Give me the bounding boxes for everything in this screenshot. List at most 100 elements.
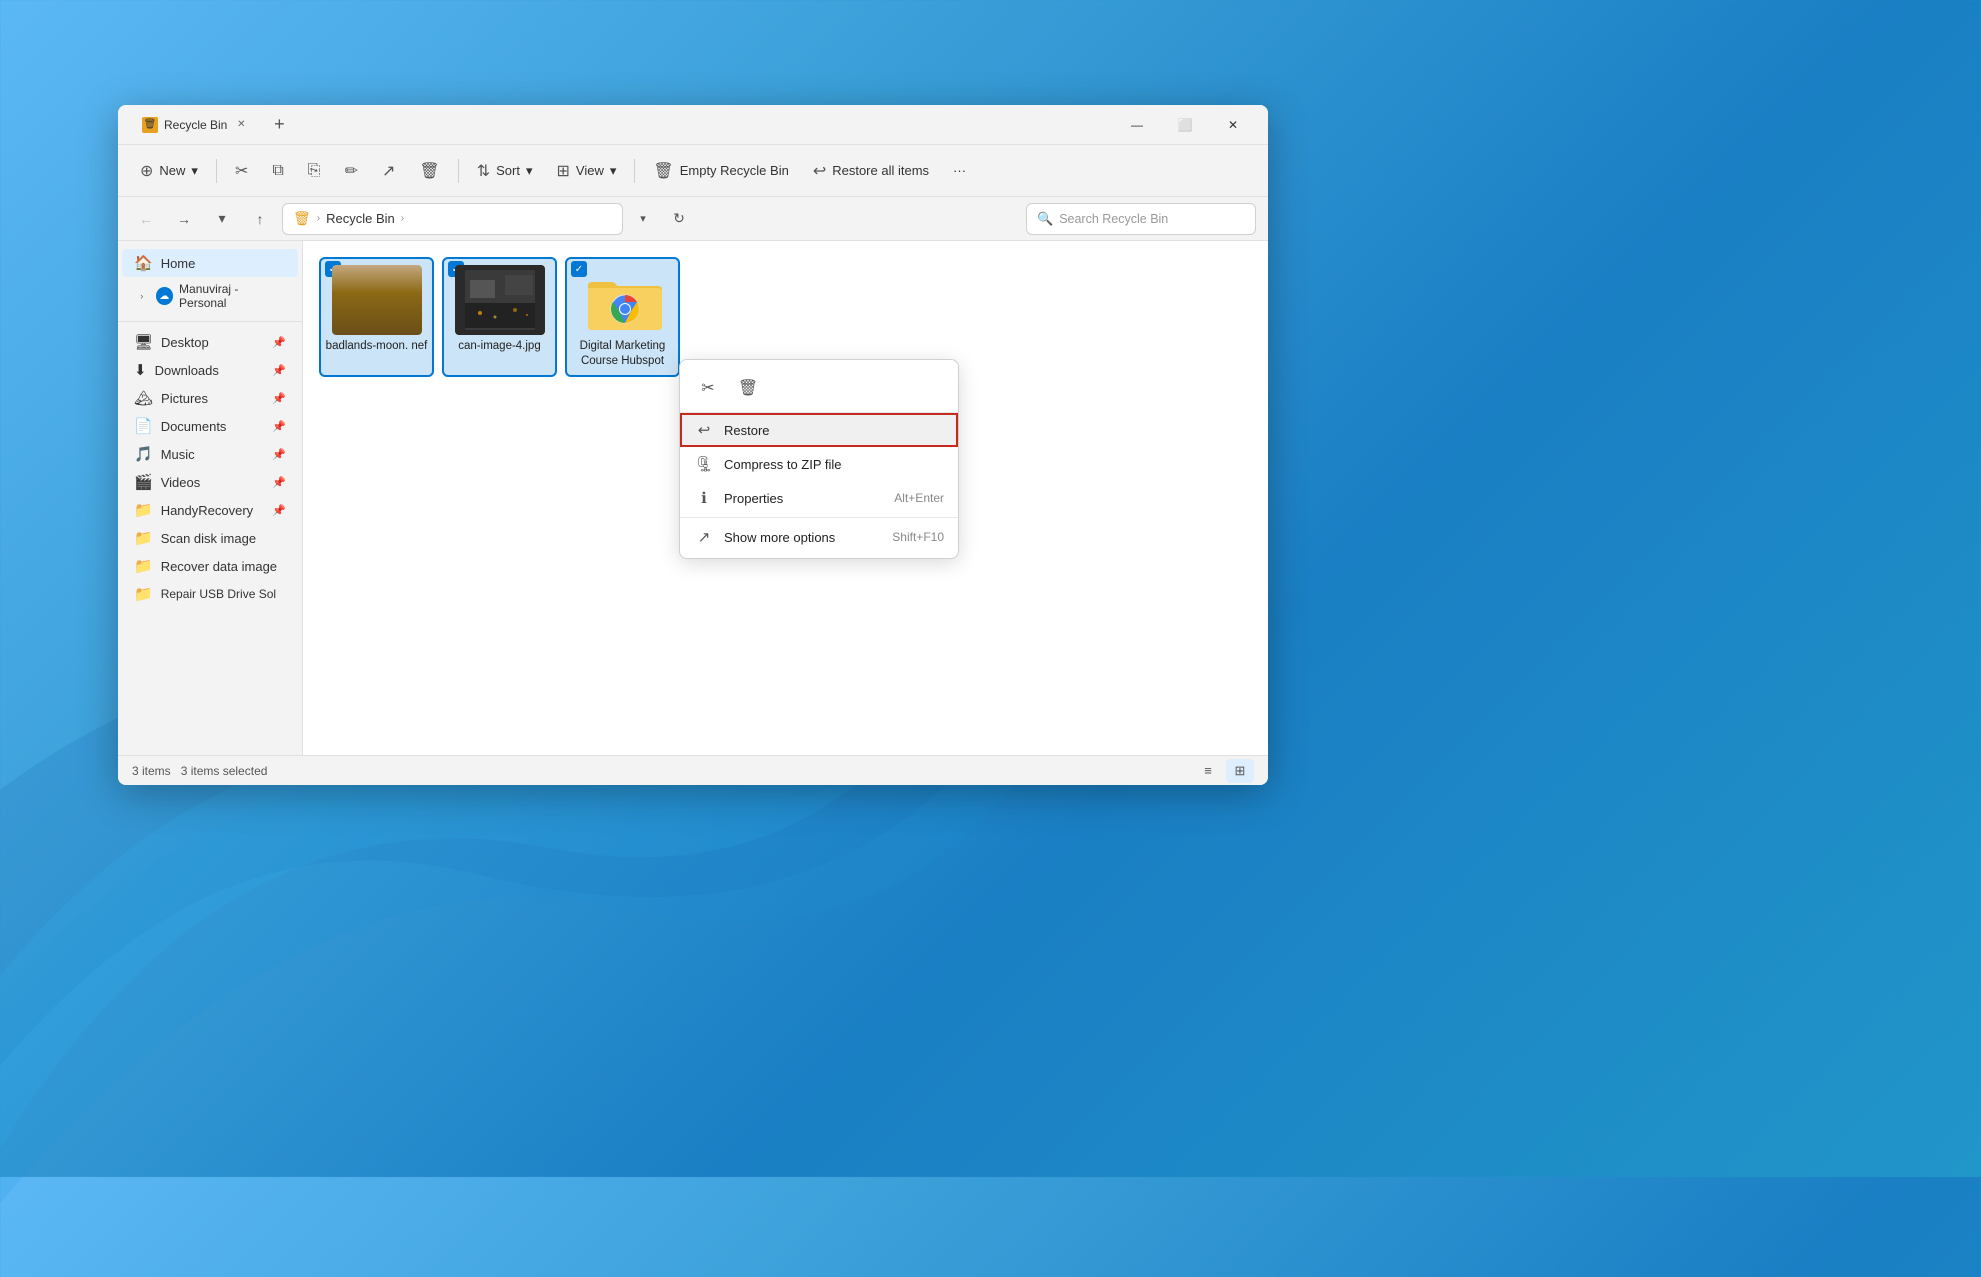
sidebar-item-home[interactable]: 🏠 Home xyxy=(122,249,298,277)
context-more-label: Show more options xyxy=(724,530,882,545)
selected-count: 3 items selected xyxy=(181,764,268,778)
sidebar-item-scandisk[interactable]: 📁 Scan disk image xyxy=(122,524,298,552)
sidebar-item-videos[interactable]: 🎬 Videos 📌 xyxy=(122,468,298,496)
context-cut-button[interactable]: ✂ xyxy=(690,370,726,406)
context-properties-icon: ℹ xyxy=(694,489,714,507)
context-separator xyxy=(680,517,958,518)
grid-view-button[interactable]: ⊞ xyxy=(1226,759,1254,783)
search-icon: 🔍 xyxy=(1037,211,1053,227)
tab-recycle-icon: 🗑 xyxy=(142,117,158,133)
jpg-thumb-inner xyxy=(455,265,545,335)
sidebar-videos-label: Videos xyxy=(161,475,201,490)
context-restore-label: Restore xyxy=(724,423,944,438)
maximize-button[interactable]: ⬜ xyxy=(1162,109,1208,141)
sidebar-divider xyxy=(118,321,302,322)
file-thumb-nef xyxy=(332,265,422,335)
context-delete-icon: 🗑 xyxy=(738,378,758,398)
sidebar-handyrecovery-label: HandyRecovery xyxy=(161,503,254,518)
list-view-button[interactable]: ≡ xyxy=(1194,759,1222,783)
file-item[interactable]: ✓ xyxy=(565,257,680,377)
handyrecovery-pin-icon: 📌 xyxy=(272,504,286,517)
documents-pin-icon: 📌 xyxy=(272,420,286,433)
main-area: 🏠 Home › ☁ Manuviraj - Personal 🖥 Deskto… xyxy=(118,241,1268,755)
paste-icon: ⎘ xyxy=(308,162,321,180)
forward-button[interactable]: → xyxy=(168,203,200,235)
context-more-icon: ↗ xyxy=(694,528,714,546)
sidebar: 🏠 Home › ☁ Manuviraj - Personal 🖥 Deskto… xyxy=(118,241,303,755)
context-more-shortcut: Shift+F10 xyxy=(892,530,944,544)
videos-icon: 🎬 xyxy=(134,473,153,491)
share-icon: ↗ xyxy=(382,161,395,181)
items-count: 3 items xyxy=(132,764,171,778)
share-button[interactable]: ↗ xyxy=(372,155,405,187)
delete-button[interactable]: 🗑 xyxy=(409,155,449,187)
delete-icon: 🗑 xyxy=(419,161,439,181)
view-button[interactable]: ⊞ View ▾ xyxy=(547,155,627,187)
view-arrow-icon: ▾ xyxy=(610,163,617,179)
sidebar-item-documents[interactable]: 📄 Documents 📌 xyxy=(122,412,298,440)
active-tab[interactable]: 🗑 Recycle Bin ✕ xyxy=(130,113,261,137)
sidebar-desktop-label: Desktop xyxy=(161,335,209,350)
context-restore-item[interactable]: ↩ Restore xyxy=(680,413,958,447)
path-segment: Recycle Bin xyxy=(326,211,395,226)
address-path[interactable]: 🗑 › Recycle Bin › xyxy=(282,203,623,235)
folder-thumbnail xyxy=(578,265,668,335)
sort-label: Sort xyxy=(496,163,520,178)
file-thumb-folder xyxy=(578,265,668,335)
sidebar-item-repairusb[interactable]: 📁 Repair USB Drive Sol xyxy=(122,580,298,608)
jpg-thumbnail xyxy=(455,265,545,335)
sort-arrow-icon: ▾ xyxy=(526,163,533,179)
pictures-pin-icon: 📌 xyxy=(272,392,286,405)
file-explorer-window: 🗑 Recycle Bin ✕ + — ⬜ ✕ ⊕ New ▾ ✂ ⧉ xyxy=(118,105,1268,785)
sidebar-item-handyrecovery[interactable]: 📁 HandyRecovery 📌 xyxy=(122,496,298,524)
new-label: New xyxy=(159,163,185,178)
minimize-button[interactable]: — xyxy=(1114,109,1160,141)
context-menu-icon-row: ✂ 🗑 xyxy=(680,364,958,413)
context-compress-label: Compress to ZIP file xyxy=(724,457,944,472)
file-item[interactable]: ✓ badlands-moon. nef xyxy=(319,257,434,377)
cloud-label: Manuviraj - Personal xyxy=(179,282,286,310)
sidebar-item-downloads[interactable]: ⬇ Downloads 📌 xyxy=(122,356,298,384)
sidebar-item-recoverdata[interactable]: 📁 Recover data image xyxy=(122,552,298,580)
more-options-button[interactable]: ··· xyxy=(943,157,976,184)
status-bar: 3 items 3 items selected ≡ ⊞ xyxy=(118,755,1268,785)
context-delete-button[interactable]: 🗑 xyxy=(730,370,766,406)
rename-button[interactable]: ✏ xyxy=(335,155,368,187)
restore-all-button[interactable]: ↩ Restore all items xyxy=(803,155,939,187)
recoverdata-icon: 📁 xyxy=(134,557,153,575)
cut-button[interactable]: ✂ xyxy=(225,155,258,187)
address-dropdown-button[interactable]: ▾ xyxy=(629,205,657,233)
sidebar-cloud-section[interactable]: › ☁ Manuviraj - Personal xyxy=(122,277,298,315)
paste-button[interactable]: ⎘ xyxy=(298,156,331,186)
sidebar-item-pictures[interactable]: 🏔 Pictures 📌 xyxy=(122,384,298,412)
new-button[interactable]: ⊕ New ▾ xyxy=(130,155,208,187)
search-placeholder: Search Recycle Bin xyxy=(1059,212,1168,226)
new-tab-button[interactable]: + xyxy=(265,111,293,139)
file-name-2: can-image-4.jpg xyxy=(458,339,540,354)
file-item[interactable]: ✓ xyxy=(442,257,557,377)
recent-locations-button[interactable]: ▾ xyxy=(206,203,238,235)
context-properties-item[interactable]: ℹ Properties Alt+Enter xyxy=(680,481,958,515)
sidebar-music-label: Music xyxy=(161,447,195,462)
restore-all-icon: ↩ xyxy=(813,161,826,181)
up-button[interactable]: ↑ xyxy=(244,203,276,235)
rename-icon: ✏ xyxy=(345,161,358,181)
status-bar-right: ≡ ⊞ xyxy=(1194,759,1254,783)
sidebar-recoverdata-label: Recover data image xyxy=(161,559,277,574)
sort-button[interactable]: ⇅ Sort ▾ xyxy=(467,155,543,187)
music-icon: 🎵 xyxy=(134,445,153,463)
view-label: View xyxy=(576,163,604,178)
context-compress-item[interactable]: 🗜 Compress to ZIP file xyxy=(680,447,958,481)
search-box[interactable]: 🔍 Search Recycle Bin xyxy=(1026,203,1256,235)
copy-button[interactable]: ⧉ xyxy=(262,156,293,186)
sidebar-item-music[interactable]: 🎵 Music 📌 xyxy=(122,440,298,468)
context-more-item[interactable]: ↗ Show more options Shift+F10 xyxy=(680,520,958,554)
close-button[interactable]: ✕ xyxy=(1210,109,1256,141)
tab-close-button[interactable]: ✕ xyxy=(233,117,249,133)
new-tab-icon: + xyxy=(274,114,285,135)
sidebar-item-desktop[interactable]: 🖥 Desktop 📌 xyxy=(122,328,298,356)
back-button[interactable]: ← xyxy=(130,203,162,235)
empty-bin-button[interactable]: 🗑 Empty Recycle Bin xyxy=(643,155,798,187)
refresh-button[interactable]: ↻ xyxy=(663,203,695,235)
new-plus-icon: ⊕ xyxy=(140,161,153,181)
